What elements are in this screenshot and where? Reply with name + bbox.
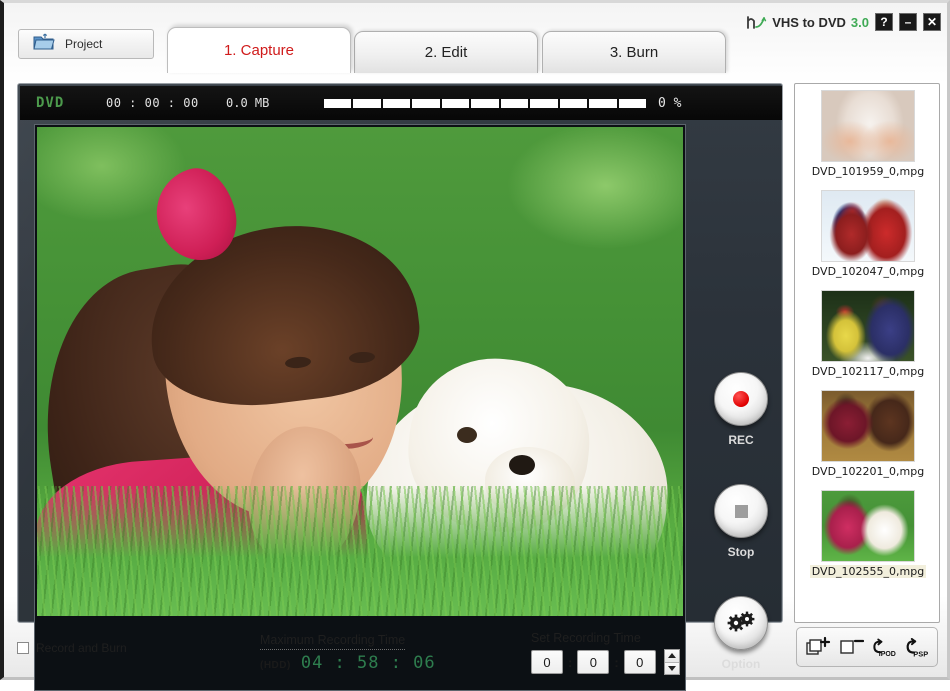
option-button[interactable] [714, 596, 768, 650]
set-recording-time-spinner[interactable] [663, 649, 680, 675]
brand-version: 3.0 [850, 14, 869, 30]
clip-thumbnail-image[interactable] [821, 290, 915, 362]
project-label: Project [65, 37, 103, 51]
list-item[interactable]: DVD_102555_0,mpg [795, 490, 939, 580]
status-format: DVD [36, 95, 65, 111]
folder-icon [33, 33, 55, 56]
set-recording-seconds-input[interactable]: 0 [623, 650, 656, 674]
record-and-burn-label: Record and Burn [36, 641, 127, 655]
clip-filename[interactable]: DVD_101959_0,mpg [810, 165, 926, 178]
application-window: VHS to DVD 3.0 ? – ✕ Project 1. Capture … [0, 0, 950, 691]
time-separator-1: : [568, 654, 573, 670]
progress-segment [618, 98, 646, 108]
maximum-recording-time-row: (HDD) 04 : 58 : 06 [260, 653, 436, 673]
progress-segment [412, 98, 440, 108]
video-preview[interactable] [34, 124, 686, 691]
spinner-up-button[interactable] [664, 650, 679, 662]
add-file-icon[interactable] [804, 634, 832, 660]
set-recording-time-block: Set Recording Time 0 : 0 : 0 [531, 631, 680, 675]
project-button[interactable]: Project [18, 29, 154, 59]
capture-panel: DVD 00 : 00 : 00 0.0 MB 0 % REC Stop Opt… [17, 83, 786, 691]
capture-progress-bar [324, 98, 646, 108]
tab-edit[interactable]: 2. Edit [354, 31, 538, 73]
gears-icon [726, 610, 756, 637]
clip-filename[interactable]: DVD_102047_0,mpg [810, 265, 926, 278]
brand-title: VHS to DVD [772, 14, 846, 30]
clips-toolbar: IPOD PSP [796, 627, 938, 667]
spinner-down-button[interactable] [664, 661, 679, 674]
video-frame [37, 127, 683, 616]
brand-area: VHS to DVD 3.0 ? – ✕ [745, 13, 941, 31]
record-and-burn-box[interactable] [17, 642, 29, 654]
record-button-group: REC [696, 372, 786, 447]
svg-text:IPOD: IPOD [878, 651, 895, 658]
status-percent: 0 % [658, 95, 682, 111]
option-button-group: Option [696, 596, 786, 671]
minimize-button[interactable]: – [899, 13, 917, 31]
h-arc-logo-icon [745, 14, 767, 30]
set-recording-minutes-input[interactable]: 0 [577, 650, 610, 674]
progress-segment [559, 98, 588, 108]
scene-dog-nose [509, 455, 535, 475]
maximum-recording-source: (HDD) [260, 660, 291, 671]
progress-segment [530, 98, 558, 108]
chevron-down-icon [667, 665, 676, 671]
maximum-recording-value: 04 : 58 : 06 [300, 653, 436, 673]
progress-segment [441, 98, 470, 108]
titlebar: VHS to DVD 3.0 ? – ✕ Project 1. Capture … [4, 3, 947, 73]
stop-button-group: Stop [696, 484, 786, 559]
list-item[interactable]: DVD_101959_0,mpg [795, 90, 939, 180]
tab-burn[interactable]: 3. Burn [542, 31, 726, 73]
set-recording-time-title: Set Recording Time [531, 631, 641, 645]
list-item[interactable]: DVD_102117_0,mpg [795, 290, 939, 380]
list-item[interactable]: DVD_102047_0,mpg [795, 190, 939, 280]
clip-thumbnail-image[interactable] [821, 490, 915, 562]
time-separator-2: : [614, 654, 619, 670]
captured-clips-list[interactable]: DVD_101959_0,mpg DVD_102047_0,mpg DVD_1021… [795, 84, 939, 622]
svg-text:PSP: PSP [913, 649, 928, 658]
progress-segment [471, 98, 499, 108]
progress-segment [324, 98, 352, 108]
tab-capture-label: 1. Capture [223, 42, 295, 59]
close-button[interactable]: ✕ [923, 13, 941, 31]
clip-thumbnail-image[interactable] [821, 190, 915, 262]
progress-segment [353, 98, 381, 108]
scene-dog-eye [457, 427, 477, 443]
chevron-up-icon [667, 653, 676, 659]
tab-burn-label: 3. Burn [609, 44, 659, 61]
tab-edit-label: 2. Edit [424, 44, 468, 61]
maximum-recording-time-title: Maximum Recording Time [260, 633, 406, 650]
convert-ipod-icon[interactable]: IPOD [870, 634, 898, 660]
set-recording-hours-input[interactable]: 0 [531, 650, 563, 674]
progress-segment [589, 98, 617, 108]
clip-filename[interactable]: DVD_102117_0,mpg [810, 365, 926, 378]
option-button-label: Option [721, 657, 761, 671]
progress-segment [500, 98, 529, 108]
clip-thumbnail-image[interactable] [821, 390, 915, 462]
clip-filename[interactable]: DVD_102555_0,mpg [809, 565, 927, 578]
stop-square-icon [734, 504, 748, 518]
progress-segment [382, 98, 411, 108]
status-timecode: 00 : 00 : 00 [106, 96, 199, 110]
set-recording-time-row: 0 : 0 : 0 [531, 649, 680, 675]
maximum-recording-time-block: Maximum Recording Time (HDD) 04 : 58 : 0… [260, 631, 436, 673]
record-button-label: REC [728, 433, 754, 447]
clip-thumbnail-image[interactable] [821, 90, 915, 162]
help-button[interactable]: ? [875, 13, 893, 31]
list-item[interactable]: DVD_102201_0,mpg [795, 390, 939, 480]
record-and-burn-checkbox[interactable]: Record and Burn [17, 641, 127, 655]
stop-button[interactable] [714, 484, 768, 538]
convert-psp-icon[interactable]: PSP [903, 634, 931, 660]
status-filesize: 0.0 MB [226, 96, 270, 110]
captured-clips-panel[interactable]: DVD_101959_0,mpg DVD_102047_0,mpg DVD_1021… [794, 83, 940, 623]
record-button[interactable] [714, 372, 768, 426]
remove-file-icon[interactable] [837, 634, 865, 660]
tab-capture[interactable]: 1. Capture [167, 27, 351, 73]
scene-grass-foreground [37, 486, 683, 616]
record-dot-icon [733, 391, 749, 407]
clip-filename[interactable]: DVD_102201_0,mpg [810, 465, 926, 478]
capture-status-bar: DVD 00 : 00 : 00 0.0 MB 0 % [20, 86, 782, 120]
stop-button-label: Stop [727, 545, 755, 559]
